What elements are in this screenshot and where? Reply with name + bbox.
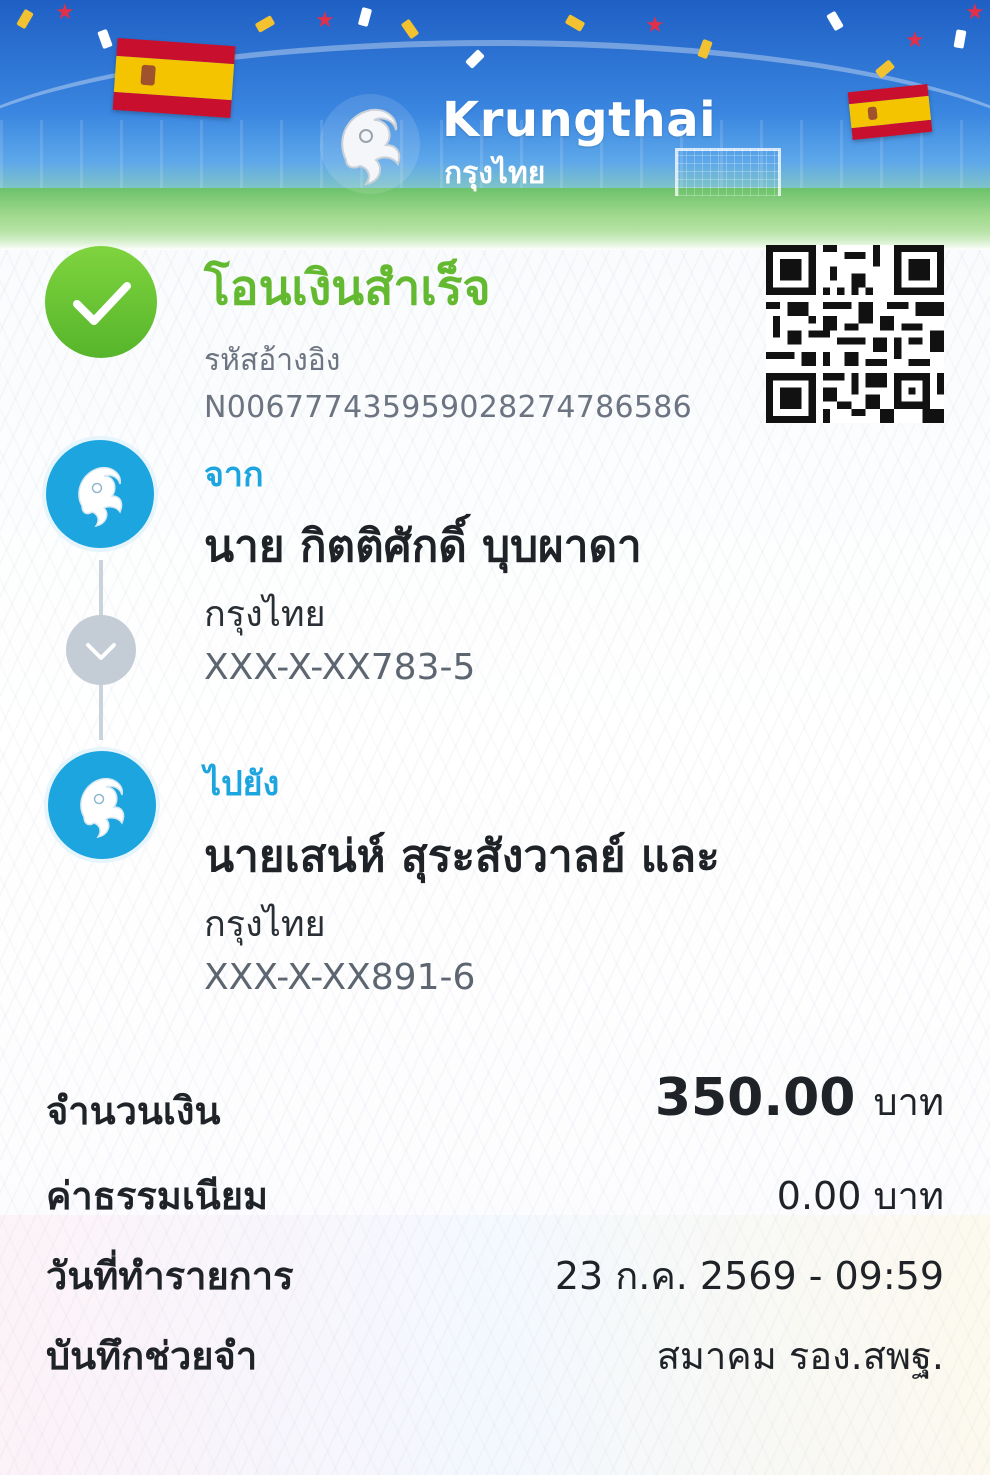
amount-unit: บาท bbox=[873, 1080, 944, 1124]
to-bank: กรุงไทย bbox=[204, 904, 326, 945]
transfer-direction bbox=[66, 615, 136, 685]
confetti bbox=[826, 10, 844, 32]
confetti bbox=[953, 29, 967, 49]
goal-icon bbox=[675, 148, 781, 196]
confetti bbox=[357, 7, 373, 27]
to-name: นายเสน่ห์ สุระสังวาลย์ และ bbox=[204, 831, 720, 882]
header-banner: ★ ★ ★ ★ ★ Krungthai กรุงไทย bbox=[0, 0, 990, 250]
from-account: XXX-X-XX783-5 bbox=[204, 647, 476, 688]
status-title: โอนเงินสำเร็จ bbox=[204, 260, 491, 316]
star-icon: ★ bbox=[55, 0, 75, 25]
brand-name-en: Krungthai bbox=[442, 92, 717, 148]
to-account: XXX-X-XX891-6 bbox=[204, 957, 476, 998]
amount-value: 350.00 bbox=[654, 1068, 856, 1128]
fee-label: ค่าธรรมเนียม bbox=[46, 1174, 269, 1218]
spain-flag-icon bbox=[847, 83, 933, 141]
confetti bbox=[97, 28, 113, 50]
amount-label: จำนวนเงิน bbox=[46, 1089, 221, 1133]
star-icon: ★ bbox=[965, 0, 985, 25]
krungthai-bird-logo bbox=[320, 94, 420, 194]
to-label: ไปยัง bbox=[204, 764, 280, 804]
confetti bbox=[254, 15, 276, 33]
pitch bbox=[0, 188, 990, 250]
confetti bbox=[16, 8, 34, 30]
amount-row-value: 350.00 บาท bbox=[655, 1068, 944, 1132]
reference-value: N006777435959028274786586 bbox=[204, 390, 693, 425]
memo-value: สมาคม รอง.สพฐ. bbox=[656, 1334, 944, 1378]
spain-flag-icon bbox=[112, 37, 236, 119]
star-icon: ★ bbox=[905, 28, 925, 53]
chevron-down-icon bbox=[86, 643, 116, 660]
from-bank: กรุงไทย bbox=[204, 594, 326, 635]
fee-value: 0.00 บาท bbox=[776, 1174, 944, 1218]
krungthai-bank-icon bbox=[48, 751, 156, 859]
confetti bbox=[400, 18, 420, 40]
reference-label: รหัสอ้างอิง bbox=[204, 343, 341, 378]
check-icon bbox=[73, 282, 131, 325]
star-icon: ★ bbox=[315, 8, 335, 33]
date-value: 23 ก.ค. 2569 - 09:59 bbox=[554, 1254, 944, 1298]
qr-code[interactable] bbox=[766, 245, 944, 423]
krungthai-bank-icon bbox=[46, 440, 154, 548]
memo-label: บันทึกช่วยจำ bbox=[46, 1334, 258, 1378]
from-name: นาย กิตติศักดิ์ บุบผาดา bbox=[204, 521, 642, 572]
from-label: จาก bbox=[204, 455, 264, 495]
success-status bbox=[45, 246, 157, 358]
confetti bbox=[564, 14, 586, 32]
brand-name-th: กรุงไทย bbox=[444, 156, 546, 191]
star-icon: ★ bbox=[645, 13, 665, 38]
date-label: วันที่ทำรายการ bbox=[46, 1254, 294, 1298]
